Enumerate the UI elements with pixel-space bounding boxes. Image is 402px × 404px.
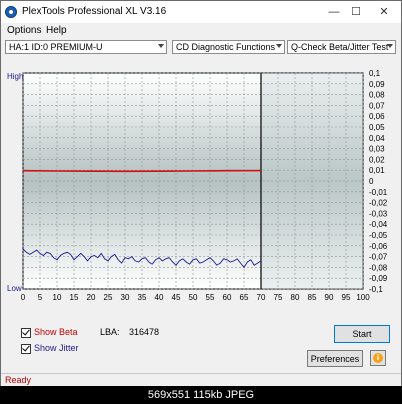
y-tick-label: 0,07 — [369, 101, 385, 110]
x-tick-label: 0 — [21, 293, 26, 302]
start-button[interactable]: Start — [334, 325, 390, 343]
status-text: Ready — [5, 375, 32, 385]
x-tick-label: 55 — [206, 293, 215, 302]
x-tick-label: 80 — [291, 293, 300, 302]
beta-jitter-chart: 0,1 0,09 0,080,07 0,06 0,05 0,04 0,030,02 0,01 0… — [7, 69, 388, 302]
y-tick-label: 0,09 — [369, 80, 385, 89]
x-tick-label: 100 — [356, 293, 370, 302]
x-tick-label: 45 — [172, 293, 181, 302]
y-tick-label: 0,08 — [369, 91, 385, 100]
info-icon: i — [373, 353, 383, 363]
app-window: PlexTools Professional XL V3.16 — ☐ ✕ Op… — [0, 0, 402, 387]
checkmark-icon — [22, 327, 30, 336]
y-tick-label: -0,05 — [369, 231, 388, 240]
x-tick-label: 90 — [325, 293, 334, 302]
y-tick-label: -0,02 — [369, 199, 388, 208]
checkmark-icon — [22, 343, 30, 352]
y-high-label: High — [7, 72, 23, 81]
x-tick-label: 85 — [308, 293, 317, 302]
x-tick-label: 15 — [70, 293, 79, 302]
options-panel: Show Beta Show Jitter LBA: 316478 Start … — [1, 319, 401, 371]
menu-options[interactable]: Options — [7, 25, 41, 36]
show-jitter-label: Show Jitter — [34, 343, 79, 353]
y-tick-label: -0,03 — [369, 209, 388, 218]
title-bar: PlexTools Professional XL V3.16 — ☐ ✕ — [1, 1, 401, 23]
window-title: PlexTools Professional XL V3.16 — [22, 6, 167, 17]
show-beta-label: Show Beta — [34, 327, 78, 337]
y-tick-label: 0,04 — [369, 134, 385, 143]
y-tick-label: -0,06 — [369, 242, 388, 251]
show-beta-checkbox[interactable] — [21, 327, 31, 338]
disc-app-icon — [5, 6, 17, 18]
toolbar: HA:1 ID:0 PREMIUM-U CD Diagnostic Functi… — [1, 39, 401, 57]
function-select-value: CD Diagnostic Functions — [176, 42, 276, 52]
close-button[interactable]: ✕ — [372, 3, 396, 21]
maximize-button[interactable]: ☐ — [344, 3, 368, 21]
y-tick-label: -0,1 — [369, 285, 383, 294]
y-tick-label: -0,08 — [369, 263, 388, 272]
y-tick-label: -0,01 — [369, 188, 388, 197]
x-tick-label: 5 — [38, 293, 43, 302]
y-tick-label: 0,03 — [369, 145, 385, 154]
image-caption: 569x551 115kb JPEG — [0, 386, 402, 404]
y-tick-label: -0,09 — [369, 274, 388, 283]
x-tick-label: 30 — [121, 293, 130, 302]
minimize-button[interactable]: — — [322, 3, 346, 21]
preferences-button[interactable]: Preferences — [307, 350, 363, 367]
function-select[interactable]: CD Diagnostic Functions — [172, 40, 285, 54]
show-jitter-checkbox[interactable] — [21, 343, 31, 354]
beta-series-line — [22, 169, 262, 173]
x-tick-label: 10 — [53, 293, 62, 302]
status-bar: Ready — [1, 373, 401, 387]
test-select-value: Q-Check Beta/Jitter Test — [291, 42, 389, 52]
menu-bar: Options Help — [1, 23, 401, 38]
drive-select[interactable]: HA:1 ID:0 PREMIUM-U — [5, 40, 167, 54]
info-button[interactable]: i — [370, 350, 386, 366]
lba-value: 316478 — [129, 327, 160, 337]
x-tick-label: 95 — [342, 293, 351, 302]
x-tick-label: 75 — [274, 293, 283, 302]
y-tick-label: 0,05 — [369, 123, 385, 132]
y-tick-label: 0,1 — [369, 69, 381, 78]
chevron-down-icon — [158, 44, 164, 48]
chevron-down-icon — [276, 44, 282, 48]
y-tick-label: -0,04 — [369, 220, 388, 229]
x-tick-label: 65 — [240, 293, 249, 302]
x-tick-label: 40 — [155, 293, 164, 302]
test-select[interactable]: Q-Check Beta/Jitter Test — [287, 40, 396, 54]
y-tick-label: 0,02 — [369, 155, 385, 164]
lba-label: LBA: — [100, 327, 120, 337]
drive-select-value: HA:1 ID:0 PREMIUM-U — [9, 42, 103, 52]
y-tick-label: 0,06 — [369, 112, 385, 121]
x-tick-label: 50 — [189, 293, 198, 302]
x-tick-label: 25 — [104, 293, 113, 302]
x-tick-label: 70 — [257, 293, 266, 302]
chart-panel: 0,1 0,09 0,08 0,07 0,06 0,05 0,04 0,03 0,02 0,01 0… — [5, 67, 397, 307]
x-tick-label: 60 — [223, 293, 232, 302]
y-tick-label: 0 — [369, 177, 374, 186]
menu-help[interactable]: Help — [46, 25, 67, 36]
chevron-down-icon — [387, 44, 393, 48]
y-tick-label: 0,01 — [369, 166, 385, 175]
x-tick-label: 35 — [138, 293, 147, 302]
y-tick-label: -0,07 — [369, 253, 388, 262]
y-low-label: Low — [7, 284, 22, 293]
x-tick-label: 20 — [87, 293, 96, 302]
